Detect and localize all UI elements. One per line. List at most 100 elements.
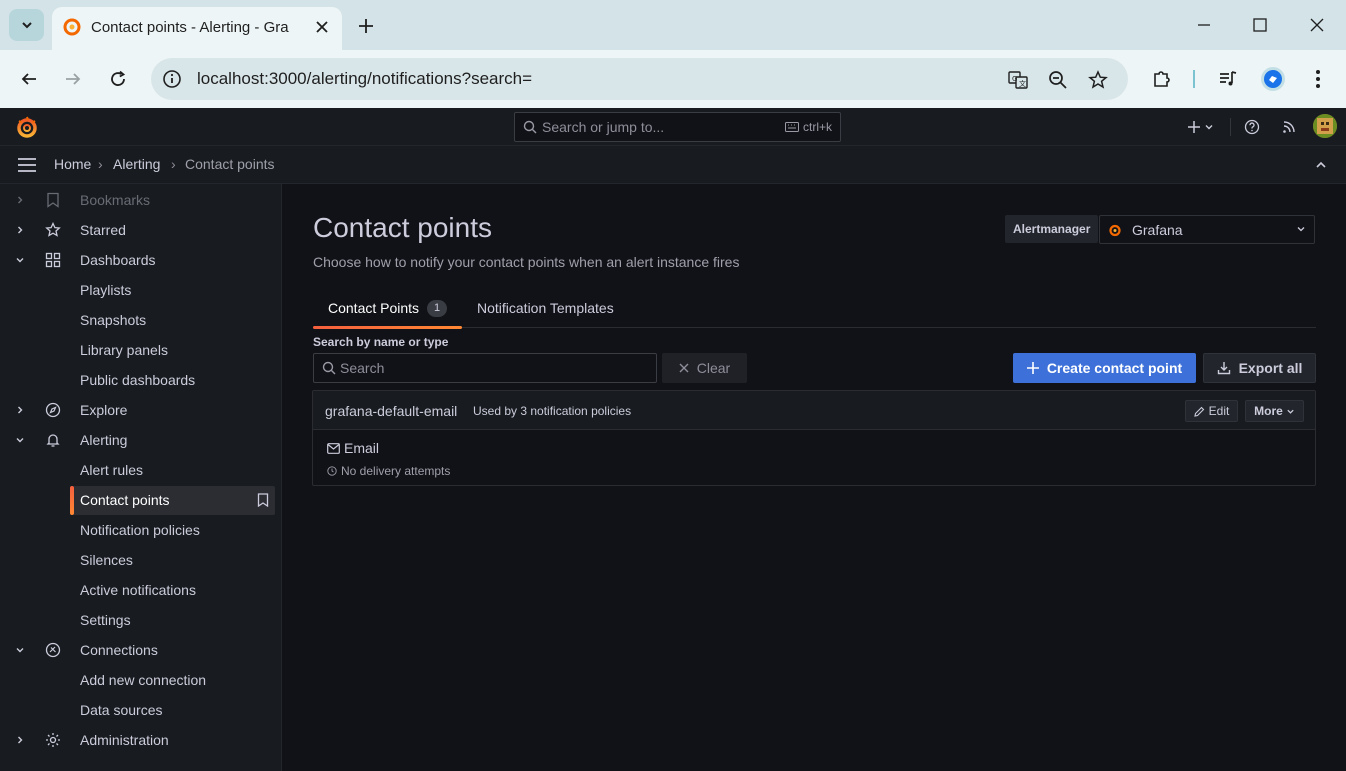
sidebar-item-label: Starred xyxy=(80,222,126,238)
contact-point-usage[interactable]: Used by 3 notification policies xyxy=(473,404,631,418)
sidebar-item-administration[interactable]: Administration xyxy=(0,725,281,755)
address-bar[interactable]: localhost:3000/alerting/notifications?se… xyxy=(151,58,1128,100)
sidebar-item-playlists[interactable]: Playlists xyxy=(0,275,281,305)
sidebar-item-bookmarks[interactable]: Bookmarks xyxy=(0,185,281,215)
window-close-button[interactable] xyxy=(1302,10,1332,40)
svg-text:文: 文 xyxy=(1019,79,1026,88)
breadcrumb-home[interactable]: Home xyxy=(54,156,91,172)
sidebar-item-public-dashboards[interactable]: Public dashboards xyxy=(0,365,281,395)
close-icon xyxy=(1310,18,1324,32)
help-button[interactable] xyxy=(1243,116,1261,138)
contact-point-search-input[interactable]: Search xyxy=(313,353,657,383)
search-placeholder: Search xyxy=(340,360,385,376)
sidebar-item-silences[interactable]: Silences xyxy=(0,545,281,575)
export-all-button[interactable]: Export all xyxy=(1203,353,1316,383)
search-shortcut-hint: ctrl+k xyxy=(784,120,832,134)
alertmanager-select[interactable]: Grafana xyxy=(1099,215,1315,244)
translate-icon: G文 xyxy=(1008,71,1028,89)
sidebar-item-contact-points[interactable]: Contact points xyxy=(0,485,281,515)
new-item-menu-button[interactable] xyxy=(1186,116,1216,138)
edit-contact-point-button[interactable]: Edit xyxy=(1185,400,1238,422)
browser-tab[interactable]: Contact points - Alerting - Gra xyxy=(52,7,342,50)
profile-button[interactable] xyxy=(1258,64,1288,94)
close-icon xyxy=(316,21,328,33)
sidebar-item-alerting[interactable]: Alerting xyxy=(0,425,281,455)
svg-text:G: G xyxy=(1012,75,1017,83)
plus-icon xyxy=(1188,121,1200,133)
sidebar-item-dashboards[interactable]: Dashboards xyxy=(0,245,281,275)
browser-menu-button[interactable] xyxy=(1303,64,1333,94)
search-shortcut-text: ctrl+k xyxy=(802,120,832,134)
translate-button[interactable]: G文 xyxy=(1005,67,1031,93)
sidebar-item-notification-policies[interactable]: Notification policies xyxy=(0,515,281,545)
search-field-label: Search by name or type xyxy=(313,335,449,349)
reload-icon xyxy=(111,70,126,86)
global-search-input[interactable]: Search or jump to... ctrl+k xyxy=(514,112,841,142)
contact-point-header: grafana-default-email Used by 3 notifica… xyxy=(313,391,1315,430)
new-tab-button[interactable] xyxy=(352,12,380,40)
menu-toggle-icon[interactable] xyxy=(17,157,37,173)
arrow-left-icon xyxy=(21,73,36,85)
chevron-right-icon[interactable] xyxy=(12,732,28,748)
clear-search-button[interactable]: Clear xyxy=(662,353,747,383)
sidebar-item-active-notifications[interactable]: Active notifications xyxy=(0,575,281,605)
zoom-button[interactable] xyxy=(1045,67,1071,93)
plus-icon xyxy=(359,19,373,33)
sidebar-item-starred[interactable]: Starred xyxy=(0,215,281,245)
sidebar-item-label: Dashboards xyxy=(80,252,156,268)
minimize-button[interactable] xyxy=(1189,10,1219,40)
alertmanager-value: Grafana xyxy=(1132,222,1183,238)
apps-icon xyxy=(44,251,62,269)
sidebar-item-add-new-connection[interactable]: Add new connection xyxy=(0,665,281,695)
media-control-button[interactable] xyxy=(1213,64,1243,94)
question-circle-icon xyxy=(1244,119,1260,135)
create-contact-point-button[interactable]: Create contact point xyxy=(1013,353,1196,383)
cog-icon xyxy=(44,731,62,749)
chevron-right-icon[interactable] xyxy=(12,192,28,208)
breadcrumb-separator: › xyxy=(98,156,103,172)
chevron-down-icon[interactable] xyxy=(12,642,28,658)
sidebar-item-library-panels[interactable]: Library panels xyxy=(0,335,281,365)
news-button[interactable] xyxy=(1280,116,1298,138)
sidebar-item-alert-rules[interactable]: Alert rules xyxy=(0,455,281,485)
sidebar-item-snapshots[interactable]: Snapshots xyxy=(0,305,281,335)
music-queue-icon xyxy=(1220,71,1237,86)
tab-search-button[interactable] xyxy=(9,9,44,41)
chevron-right-icon[interactable] xyxy=(12,402,28,418)
more-actions-button[interactable]: More xyxy=(1245,400,1304,422)
bookmark-icon[interactable] xyxy=(257,493,269,507)
page-subtitle: Choose how to notify your contact points… xyxy=(313,254,740,270)
breadcrumb-alerting[interactable]: Alerting xyxy=(113,156,160,172)
sidebar-item-label: Connections xyxy=(80,642,158,658)
plus-icon xyxy=(1026,362,1039,374)
sidebar-item-data-sources[interactable]: Data sources xyxy=(0,695,281,725)
sidebar-item-explore[interactable]: Explore xyxy=(0,395,281,425)
reload-button[interactable] xyxy=(103,64,133,94)
grafana-logo-icon[interactable] xyxy=(15,115,39,139)
forward-button[interactable] xyxy=(58,64,88,94)
tab-close-button[interactable] xyxy=(310,15,334,39)
chevron-up-icon[interactable] xyxy=(1314,158,1328,172)
page-tabs: Contact Points 1 Notification Templates xyxy=(313,292,1316,329)
topbar-divider xyxy=(1230,118,1231,136)
sidebar-item-connections[interactable]: Connections xyxy=(0,635,281,665)
chevron-right-icon[interactable] xyxy=(12,222,28,238)
site-info-icon[interactable] xyxy=(161,68,183,90)
tab-label: Contact Points xyxy=(328,300,420,316)
global-search-placeholder: Search or jump to... xyxy=(542,119,665,135)
chevron-down-icon[interactable] xyxy=(12,252,28,268)
rss-icon xyxy=(1283,121,1295,133)
back-button[interactable] xyxy=(14,64,44,94)
sidebar-item-label: Explore xyxy=(80,402,128,418)
sidebar-item-settings[interactable]: Settings xyxy=(0,605,281,635)
delivery-status-text: No delivery attempts xyxy=(341,464,451,478)
maximize-button[interactable] xyxy=(1245,10,1275,40)
tab-contact-points[interactable]: Contact Points 1 xyxy=(313,292,462,329)
tab-notification-templates[interactable]: Notification Templates xyxy=(477,292,637,328)
compass-icon xyxy=(44,401,62,419)
chevron-down-icon[interactable] xyxy=(12,432,28,448)
user-avatar[interactable] xyxy=(1313,114,1337,138)
extensions-button[interactable] xyxy=(1147,64,1177,94)
bookmark-star-button[interactable] xyxy=(1085,67,1111,93)
create-label: Create contact point xyxy=(1046,360,1183,376)
